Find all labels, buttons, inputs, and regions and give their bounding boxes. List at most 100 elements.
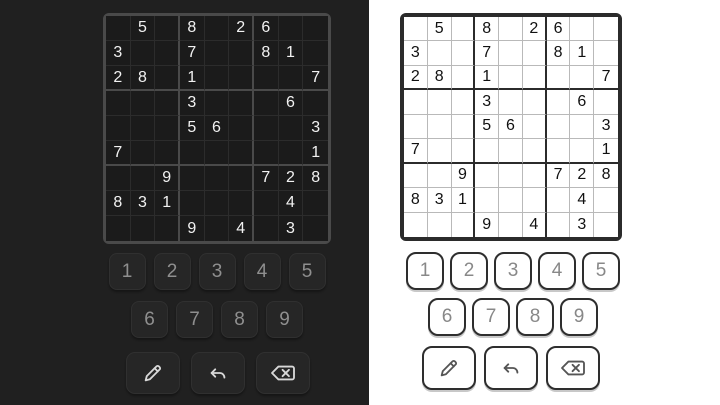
sudoku-cell[interactable]: 4 — [522, 212, 547, 237]
number-button-8[interactable]: 8 — [516, 298, 554, 336]
sudoku-cell[interactable] — [570, 114, 595, 140]
sudoku-cell[interactable] — [253, 66, 279, 91]
sudoku-cell[interactable]: 6 — [253, 16, 279, 41]
sudoku-cell[interactable] — [179, 141, 205, 166]
number-button-5[interactable]: 5 — [582, 252, 620, 290]
sudoku-cell[interactable] — [106, 216, 131, 241]
number-button-1[interactable]: 1 — [108, 253, 146, 290]
sudoku-cell[interactable]: 1 — [594, 139, 618, 164]
sudoku-cell[interactable] — [404, 114, 428, 140]
sudoku-cell[interactable] — [404, 17, 428, 42]
sudoku-cell[interactable] — [427, 41, 452, 66]
number-button-1[interactable]: 1 — [406, 252, 444, 290]
sudoku-cell[interactable]: 7 — [179, 41, 205, 66]
sudoku-cell[interactable] — [106, 91, 131, 116]
number-button-2[interactable]: 2 — [153, 253, 191, 290]
sudoku-cell[interactable] — [229, 141, 254, 166]
sudoku-cell[interactable] — [204, 166, 230, 191]
sudoku-cell[interactable] — [546, 90, 571, 115]
sudoku-cell[interactable] — [404, 90, 428, 115]
sudoku-cell[interactable] — [594, 90, 618, 115]
sudoku-cell[interactable] — [499, 90, 523, 115]
sudoku-cell[interactable] — [155, 41, 180, 66]
sudoku-cell[interactable]: 3 — [475, 90, 500, 115]
sudoku-cell[interactable] — [451, 17, 476, 42]
sudoku-cell[interactable] — [499, 139, 523, 164]
sudoku-cell[interactable] — [229, 41, 254, 66]
sudoku-cell[interactable] — [451, 65, 476, 91]
sudoku-cell[interactable] — [570, 17, 595, 42]
sudoku-cell[interactable] — [278, 116, 304, 141]
sudoku-cell[interactable] — [130, 41, 156, 66]
sudoku-cell[interactable] — [204, 91, 230, 116]
sudoku-cell[interactable] — [594, 188, 618, 213]
sudoku-cell[interactable] — [546, 188, 571, 213]
sudoku-cell[interactable] — [303, 91, 328, 116]
number-button-4[interactable]: 4 — [538, 252, 576, 290]
sudoku-cell[interactable] — [130, 116, 156, 141]
sudoku-cell[interactable] — [570, 65, 595, 91]
sudoku-cell[interactable]: 7 — [475, 41, 500, 66]
sudoku-cell[interactable] — [253, 91, 279, 116]
sudoku-cell[interactable] — [546, 212, 571, 237]
sudoku-cell[interactable] — [303, 191, 328, 216]
sudoku-cell[interactable] — [204, 216, 230, 241]
sudoku-cell[interactable] — [229, 116, 254, 141]
sudoku-cell[interactable]: 2 — [106, 66, 131, 91]
sudoku-cell[interactable] — [155, 141, 180, 166]
sudoku-cell[interactable]: 5 — [179, 116, 205, 141]
number-button-9[interactable]: 9 — [266, 301, 303, 338]
sudoku-cell[interactable] — [204, 191, 230, 216]
sudoku-cell[interactable] — [155, 66, 180, 91]
sudoku-cell[interactable]: 5 — [427, 17, 452, 42]
sudoku-cell[interactable] — [546, 114, 571, 140]
sudoku-cell[interactable]: 3 — [179, 91, 205, 116]
sudoku-cell[interactable] — [204, 141, 230, 166]
sudoku-cell[interactable]: 9 — [451, 163, 476, 189]
sudoku-cell[interactable] — [475, 139, 500, 164]
sudoku-cell[interactable] — [475, 163, 500, 189]
sudoku-cell[interactable] — [522, 41, 547, 66]
sudoku-cell[interactable]: 3 — [427, 188, 452, 213]
sudoku-cell[interactable]: 3 — [278, 216, 304, 241]
sudoku-cell[interactable]: 1 — [303, 141, 328, 166]
sudoku-cell[interactable] — [278, 66, 304, 91]
sudoku-cell[interactable] — [570, 139, 595, 164]
sudoku-cell[interactable] — [130, 141, 156, 166]
sudoku-cell[interactable] — [522, 139, 547, 164]
sudoku-cell[interactable]: 9 — [155, 166, 180, 191]
sudoku-cell[interactable]: 1 — [278, 41, 304, 66]
sudoku-cell[interactable] — [451, 139, 476, 164]
sudoku-cell[interactable]: 2 — [278, 166, 304, 191]
sudoku-cell[interactable]: 4 — [229, 216, 254, 241]
sudoku-cell[interactable] — [594, 41, 618, 66]
pencil-button[interactable] — [422, 346, 476, 390]
erase-button[interactable] — [546, 346, 600, 390]
pencil-button[interactable] — [126, 352, 180, 394]
sudoku-cell[interactable]: 5 — [130, 16, 156, 41]
sudoku-cell[interactable] — [155, 116, 180, 141]
number-button-3[interactable]: 3 — [494, 252, 532, 290]
sudoku-cell[interactable] — [253, 191, 279, 216]
sudoku-cell[interactable]: 1 — [179, 66, 205, 91]
sudoku-cell[interactable]: 8 — [594, 163, 618, 189]
number-button-6[interactable]: 6 — [428, 298, 466, 336]
sudoku-cell[interactable]: 6 — [204, 116, 230, 141]
sudoku-cell[interactable] — [130, 216, 156, 241]
sudoku-cell[interactable] — [155, 216, 180, 241]
sudoku-cell[interactable] — [546, 65, 571, 91]
sudoku-cell[interactable]: 7 — [404, 139, 428, 164]
sudoku-cell[interactable] — [229, 91, 254, 116]
sudoku-cell[interactable] — [130, 166, 156, 191]
sudoku-cell[interactable] — [546, 139, 571, 164]
sudoku-cell[interactable] — [522, 163, 547, 189]
sudoku-cell[interactable] — [427, 90, 452, 115]
sudoku-cell[interactable] — [499, 17, 523, 42]
sudoku-cell[interactable]: 8 — [130, 66, 156, 91]
sudoku-cell[interactable]: 6 — [278, 91, 304, 116]
sudoku-cell[interactable] — [303, 41, 328, 66]
sudoku-cell[interactable] — [278, 141, 304, 166]
sudoku-cell[interactable]: 7 — [106, 141, 131, 166]
sudoku-cell[interactable] — [594, 212, 618, 237]
sudoku-cell[interactable]: 7 — [594, 65, 618, 91]
